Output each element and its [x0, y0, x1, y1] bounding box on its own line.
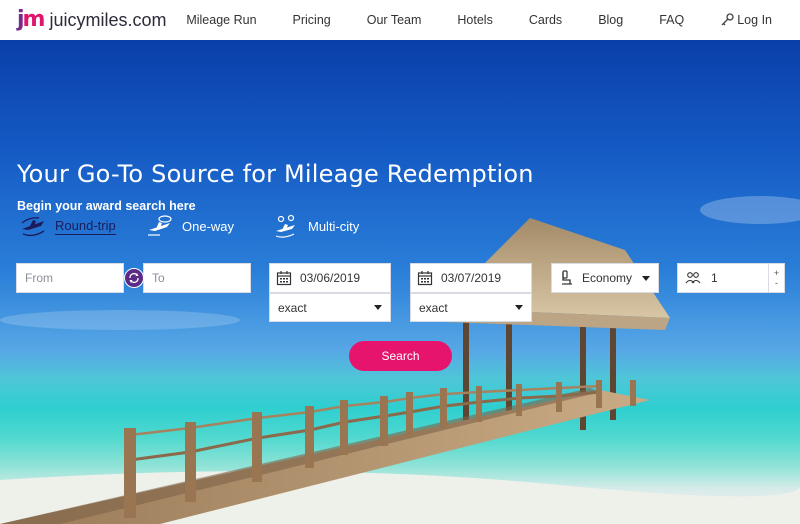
tab-round-trip-label: Round-trip — [55, 217, 116, 235]
passengers-field[interactable]: 1 + - — [677, 263, 785, 293]
chevron-down-icon — [374, 305, 382, 310]
tab-one-way-label: One-way — [182, 218, 235, 234]
round-trip-plane-icon — [21, 217, 45, 237]
depart-date-field[interactable]: 03/06/2019 — [269, 263, 391, 293]
one-way-plane-icon — [148, 215, 172, 236]
to-field-wrap — [143, 263, 251, 293]
cabin-select[interactable]: Economy — [551, 263, 659, 293]
passengers-value: 1 — [711, 271, 718, 285]
return-date-value: 03/07/2019 — [441, 271, 502, 285]
multi-city-plane-icon — [275, 214, 295, 238]
chevron-down-icon — [642, 275, 650, 281]
key-icon — [721, 13, 734, 26]
passengers-stepper: + - — [768, 264, 784, 292]
logo-mark: jm — [17, 6, 45, 32]
logo-text: juicymiles.com — [49, 9, 167, 30]
hero-subtitle: Begin your award search here — [17, 199, 196, 213]
login-link[interactable]: Log In — [720, 13, 772, 27]
tab-round-trip[interactable]: Round-trip — [19, 212, 116, 240]
depart-date-value: 03/06/2019 — [300, 271, 361, 285]
nav-cards[interactable]: Cards — [529, 13, 562, 27]
depart-flex-select[interactable]: exact — [269, 293, 391, 322]
tab-multi-city[interactable]: Multi-city — [272, 212, 359, 240]
to-input[interactable] — [144, 264, 250, 292]
calendar-icon — [276, 271, 292, 286]
nav-mileage-run[interactable]: Mileage Run — [186, 13, 256, 27]
depart-flex-value: exact — [278, 300, 307, 315]
swap-button[interactable] — [124, 268, 144, 288]
nav-pricing[interactable]: Pricing — [293, 13, 331, 27]
calendar-icon — [417, 271, 433, 286]
decrement-button[interactable]: - — [775, 278, 778, 288]
increment-button[interactable]: + — [774, 268, 779, 278]
seat-icon — [562, 270, 572, 285]
from-field-wrap — [16, 263, 124, 293]
tab-one-way[interactable]: One-way — [146, 212, 234, 240]
return-flex-select[interactable]: exact — [410, 293, 532, 322]
swap-arrows-icon — [129, 273, 139, 283]
main-nav: Mileage Run Pricing Our Team Hotels Card… — [186, 0, 772, 40]
cabin-value: Economy — [582, 271, 633, 285]
return-date-field[interactable]: 03/07/2019 — [410, 263, 532, 293]
search-button[interactable]: Search — [349, 341, 452, 371]
from-input[interactable] — [17, 264, 123, 292]
nav-our-team[interactable]: Our Team — [367, 13, 422, 27]
return-flex-value: exact — [419, 300, 448, 315]
top-header: jm juicymiles.com Mileage Run Pricing Ou… — [0, 0, 800, 40]
brand-logo[interactable]: jm juicymiles.com — [17, 6, 167, 33]
login-label: Log In — [737, 13, 772, 27]
nav-hotels[interactable]: Hotels — [457, 13, 492, 27]
nav-faq[interactable]: FAQ — [659, 13, 684, 27]
nav-blog[interactable]: Blog — [598, 13, 623, 27]
chevron-down-icon — [515, 305, 523, 310]
passengers-icon — [685, 272, 701, 284]
hero-title: Your Go-To Source for Mileage Redemption — [17, 160, 534, 188]
tab-multi-city-label: Multi-city — [308, 218, 360, 234]
